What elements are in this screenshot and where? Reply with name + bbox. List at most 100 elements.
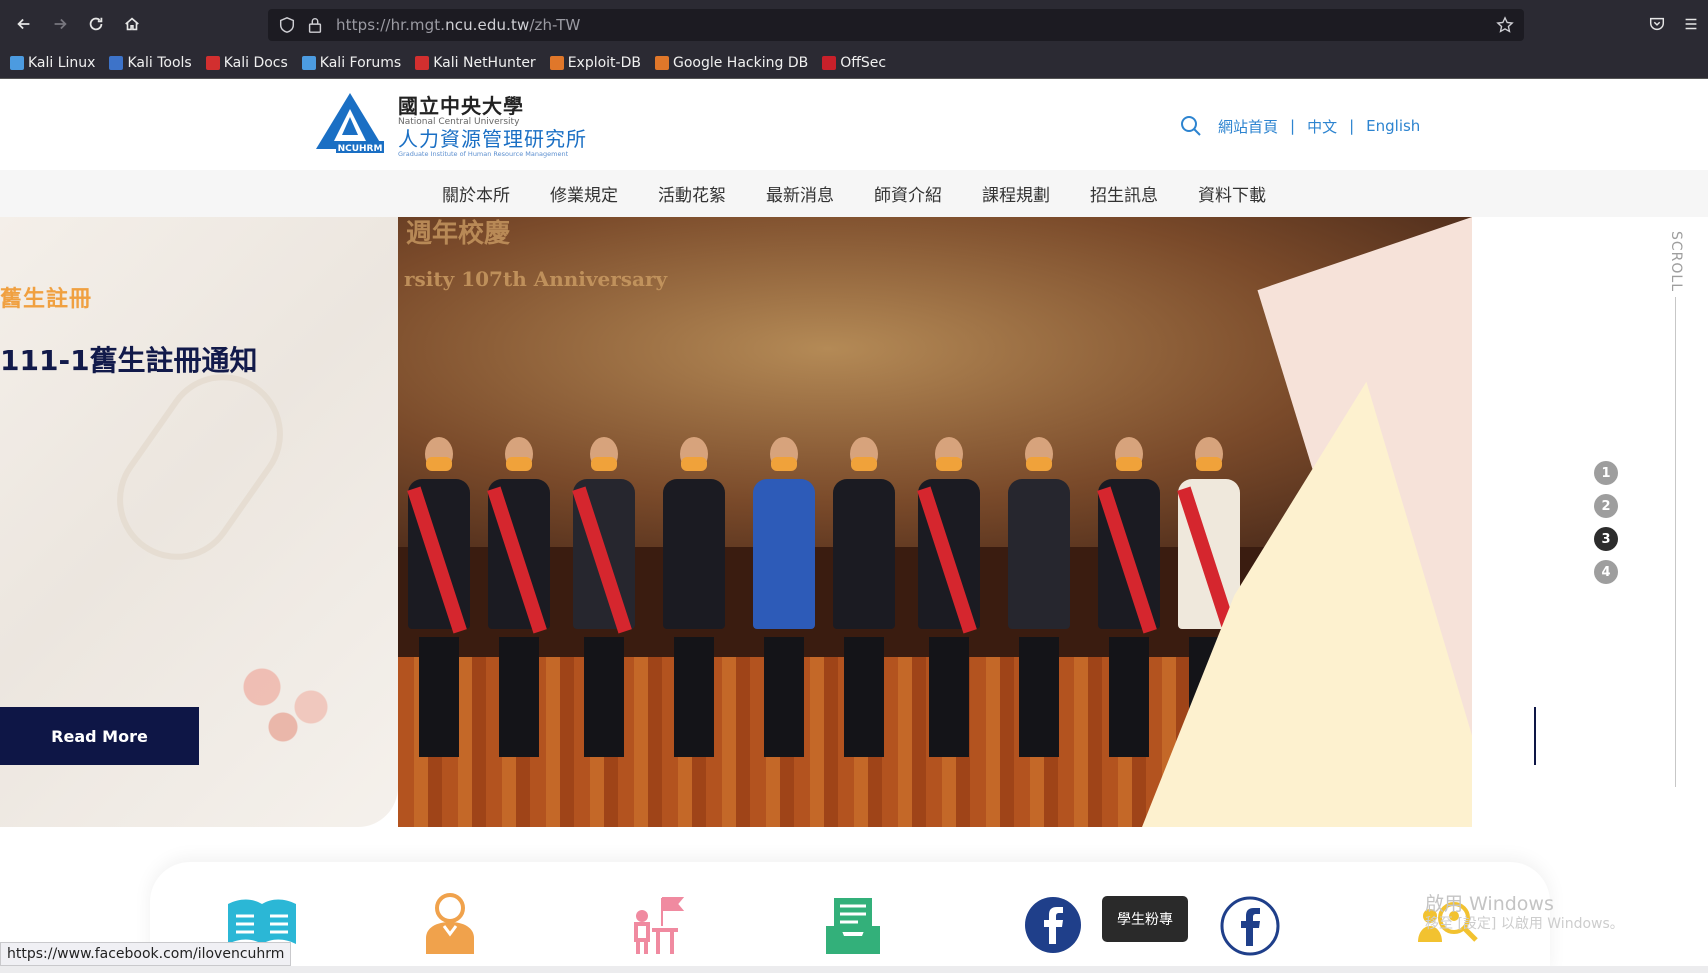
nav-downloads[interactable]: 資料下載 [1198, 181, 1266, 206]
nav-about[interactable]: 關於本所 [442, 181, 510, 206]
hamburger-icon [1685, 18, 1697, 30]
bookmark-label: Kali Forums [319, 55, 402, 71]
address-bar[interactable]: https://hr.mgt.ncu.edu.tw/zh-TW [268, 9, 1524, 41]
figure-part [584, 637, 624, 757]
nethunter-icon [415, 56, 430, 70]
separator: | [1290, 117, 1296, 135]
bookmark-star-icon[interactable] [1496, 16, 1514, 34]
shield-icon[interactable] [278, 16, 296, 34]
separator: | [1349, 117, 1355, 135]
home-button[interactable] [114, 6, 150, 42]
pager-dot-4[interactable]: 4 [1594, 560, 1618, 584]
figure-part [674, 637, 714, 757]
pager-dot-1[interactable]: 1 [1594, 461, 1618, 485]
figure-part [771, 457, 797, 471]
figure-part [506, 457, 532, 471]
arrow-right-icon [54, 18, 67, 30]
scroll-label: SCROLL [1668, 231, 1684, 293]
bookmark-kali-nethunter[interactable]: Kali NetHunter [415, 55, 536, 71]
nav-faculty[interactable]: 師資介紹 [874, 181, 942, 206]
pager-dot-3[interactable]: 3 [1594, 527, 1618, 551]
bookmark-label: Kali Linux [28, 55, 96, 71]
pocket-button[interactable] [1640, 6, 1674, 42]
ncuhrm-logo-icon: NCUHRM [316, 93, 384, 154]
status-bar-link: https://www.facebook.com/ilovencuhrm [0, 942, 292, 966]
figure-part [764, 637, 804, 757]
windows-activation-subtitle: 移至 [設定] 以啟用 Windows。 [1425, 916, 1624, 932]
nav-requirements[interactable]: 修業規定 [550, 181, 618, 206]
nav-courses[interactable]: 課程規劃 [982, 181, 1050, 206]
hero-carousel: 舊生註冊 111-1舊生註冊通知 Read More 週年校慶 rsity 10… [0, 217, 1708, 827]
figure-part [1196, 457, 1222, 471]
bookmark-kali-docs[interactable]: Kali Docs [205, 55, 288, 71]
home-link[interactable]: 網站首頁 [1218, 116, 1278, 137]
flag-desk-icon[interactable] [628, 894, 688, 956]
person-icon[interactable] [424, 892, 476, 956]
bookmark-label: Exploit-DB [567, 55, 641, 71]
ghdb-icon [654, 56, 669, 70]
chinese-link[interactable]: 中文 [1307, 116, 1337, 137]
lock-icon[interactable] [306, 16, 324, 34]
facebook-icon[interactable] [1024, 896, 1082, 954]
kali-docs-icon [205, 56, 220, 70]
hero-title[interactable]: 111-1舊生註冊通知 [0, 339, 258, 379]
book-icon[interactable] [226, 898, 298, 946]
figure-part [591, 457, 617, 471]
slide-pager: 1 2 3 4 [1594, 461, 1618, 593]
english-link[interactable]: English [1366, 117, 1420, 135]
figure-part [929, 637, 969, 757]
kali-tools-icon [109, 56, 124, 70]
figure-part [851, 457, 877, 471]
reload-button[interactable] [78, 6, 114, 42]
facebook-outline-icon[interactable] [1220, 896, 1280, 956]
nav-activities[interactable]: 活動花絮 [658, 181, 726, 206]
background-decoration [93, 350, 307, 584]
browser-toolbar: https://hr.mgt.ncu.edu.tw/zh-TW [0, 0, 1708, 48]
bookmark-label: Kali Docs [223, 55, 288, 71]
url-text[interactable]: https://hr.mgt.ncu.edu.tw/zh-TW [336, 16, 580, 34]
bookmark-exploit-db[interactable]: Exploit-DB [549, 55, 641, 71]
figure-part [844, 637, 884, 757]
bookmark-google-hacking-db[interactable]: Google Hacking DB [654, 55, 809, 71]
next-slide-peek [1534, 707, 1536, 765]
quick-links-strip [150, 862, 1550, 973]
bookmark-offsec[interactable]: OffSec [822, 55, 886, 71]
figure-part [419, 637, 459, 757]
hero-photo[interactable]: 週年校慶 rsity 107th Anniversary [398, 217, 1472, 827]
read-more-button[interactable]: Read More [0, 707, 199, 765]
figure-part [1116, 457, 1142, 471]
bookmark-kali-linux[interactable]: Kali Linux [10, 55, 95, 71]
figure-part [1109, 637, 1149, 757]
logo-text: 國立中央大學 National Central University 人力資源管… [398, 96, 587, 158]
tooltip: 學生粉專 [1102, 896, 1188, 942]
bookmark-label: Google Hacking DB [672, 55, 809, 71]
menu-button[interactable] [1674, 6, 1708, 42]
arrow-left-icon [17, 18, 30, 30]
bookmarks-bar: Kali Linux Kali Tools Kali Docs Kali For… [0, 48, 1708, 78]
bookmark-kali-tools[interactable]: Kali Tools [109, 55, 192, 71]
nav-admissions[interactable]: 招生訊息 [1090, 181, 1158, 206]
pager-dot-2[interactable]: 2 [1594, 494, 1618, 518]
scroll-line [1675, 297, 1676, 787]
hero-category: 舊生註冊 [0, 287, 93, 312]
figure-part [936, 457, 962, 471]
figure-part [1026, 457, 1052, 471]
reload-icon [89, 17, 103, 31]
bookmark-kali-forums[interactable]: Kali Forums [301, 55, 402, 71]
nav-news[interactable]: 最新消息 [766, 181, 834, 206]
photo-banner-top: 週年校慶 [406, 219, 511, 249]
hero-side-panel [1472, 217, 1708, 827]
figure-part [833, 479, 895, 629]
kali-dragon-icon [10, 56, 24, 70]
search-icon[interactable] [1180, 115, 1202, 137]
inbox-icon[interactable] [824, 896, 882, 956]
site-logo[interactable]: NCUHRM 國立中央大學 National Central Universit… [310, 91, 587, 157]
forward-button[interactable] [42, 6, 78, 42]
main-nav: 關於本所 修業規定 活動花絮 最新消息 師資介紹 課程規劃 招生訊息 資料下載 [0, 170, 1708, 217]
photo-banner-text: rsity 107th Anniversary [404, 267, 668, 291]
back-button[interactable] [6, 6, 42, 42]
bookmark-label: OffSec [840, 55, 887, 71]
hero-text-panel: 舊生註冊 111-1舊生註冊通知 Read More [0, 217, 398, 827]
bottom-edge [0, 966, 1708, 973]
kali-forums-icon [301, 56, 316, 70]
